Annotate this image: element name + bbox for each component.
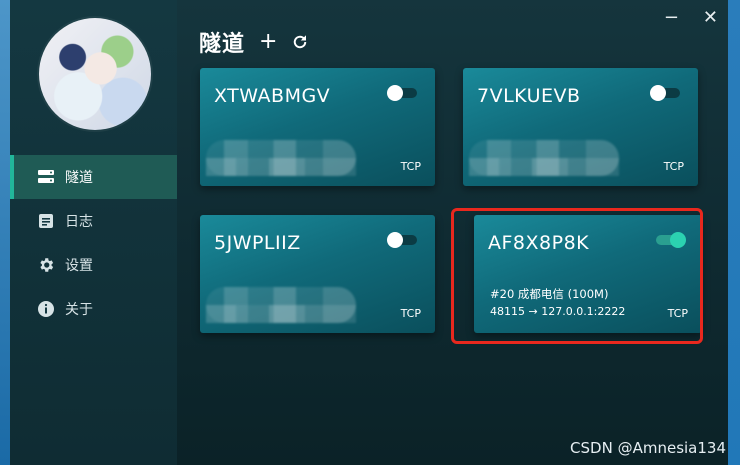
tunnel-toggle[interactable]: [387, 85, 417, 101]
tunnel-name: 7VLKUEVB: [477, 85, 581, 107]
sidebar-item-about[interactable]: 关于: [10, 287, 177, 331]
minimize-button[interactable]: −: [664, 8, 679, 28]
info-icon: [36, 299, 56, 319]
tunnel-toggle[interactable]: [387, 232, 417, 248]
desktop-background-left: [0, 0, 10, 465]
desktop-background-right: [728, 0, 740, 465]
server-icon: [36, 167, 56, 187]
tunnel-address: 48115 → 127.0.0.1:2222: [490, 305, 626, 318]
avatar: [39, 18, 151, 130]
window-controls: − ✕: [640, 8, 718, 28]
sidebar-item-tunnels[interactable]: 隧道: [10, 155, 177, 199]
document-icon: [36, 211, 56, 231]
tunnel-card[interactable]: 7VLKUEVB TCP: [463, 68, 698, 186]
page-title: 隧道: [199, 32, 246, 57]
refresh-icon[interactable]: [291, 33, 309, 51]
header: 隧道 +: [199, 26, 309, 58]
tunnel-node: #20 成都电信 (100M): [490, 287, 609, 301]
sidebar-item-settings[interactable]: 设置: [10, 243, 177, 287]
sidebar-item-label: 关于: [65, 302, 93, 318]
watermark: CSDN @Amnesia134: [570, 439, 726, 457]
tunnel-protocol: TCP: [400, 307, 421, 320]
sidebar-item-logs[interactable]: 日志: [10, 199, 177, 243]
toggle-knob: [387, 85, 403, 101]
app-window: 隧道 日志 设置 关于 隧道 + − ✕ XTWABMGV TCP 7VLKUE…: [10, 0, 728, 465]
tunnel-toggle[interactable]: [656, 232, 686, 248]
sidebar-nav: 隧道 日志 设置 关于: [10, 155, 177, 331]
toggle-knob: [650, 85, 666, 101]
tunnel-card[interactable]: XTWABMGV TCP: [200, 68, 435, 186]
tunnel-card[interactable]: 5JWPLIIZ TCP: [200, 215, 435, 333]
tunnel-card[interactable]: AF8X8P8K #20 成都电信 (100M) 48115 → 127.0.0…: [474, 215, 702, 333]
tunnel-protocol: TCP: [400, 160, 421, 173]
sidebar-item-label: 设置: [65, 258, 93, 274]
redacted-details: [469, 140, 619, 176]
tunnel-protocol: TCP: [663, 160, 684, 173]
sidebar-item-label: 日志: [65, 214, 93, 230]
main-panel: 隧道 + − ✕ XTWABMGV TCP 7VLKUEVB TCP 5JWPL…: [177, 0, 728, 465]
sidebar-item-label: 隧道: [65, 170, 93, 186]
add-tunnel-button[interactable]: +: [259, 31, 277, 53]
redacted-details: [206, 287, 356, 323]
toggle-knob: [670, 232, 686, 248]
tunnel-name: 5JWPLIIZ: [214, 232, 301, 254]
sidebar: 隧道 日志 设置 关于: [10, 0, 177, 465]
gear-icon: [36, 255, 56, 275]
redacted-details: [206, 140, 356, 176]
tunnel-protocol: TCP: [667, 307, 688, 320]
close-button[interactable]: ✕: [703, 8, 718, 28]
toggle-knob: [387, 232, 403, 248]
tunnel-name: XTWABMGV: [214, 85, 331, 107]
tunnel-name: AF8X8P8K: [488, 232, 590, 254]
tunnel-toggle[interactable]: [650, 85, 680, 101]
